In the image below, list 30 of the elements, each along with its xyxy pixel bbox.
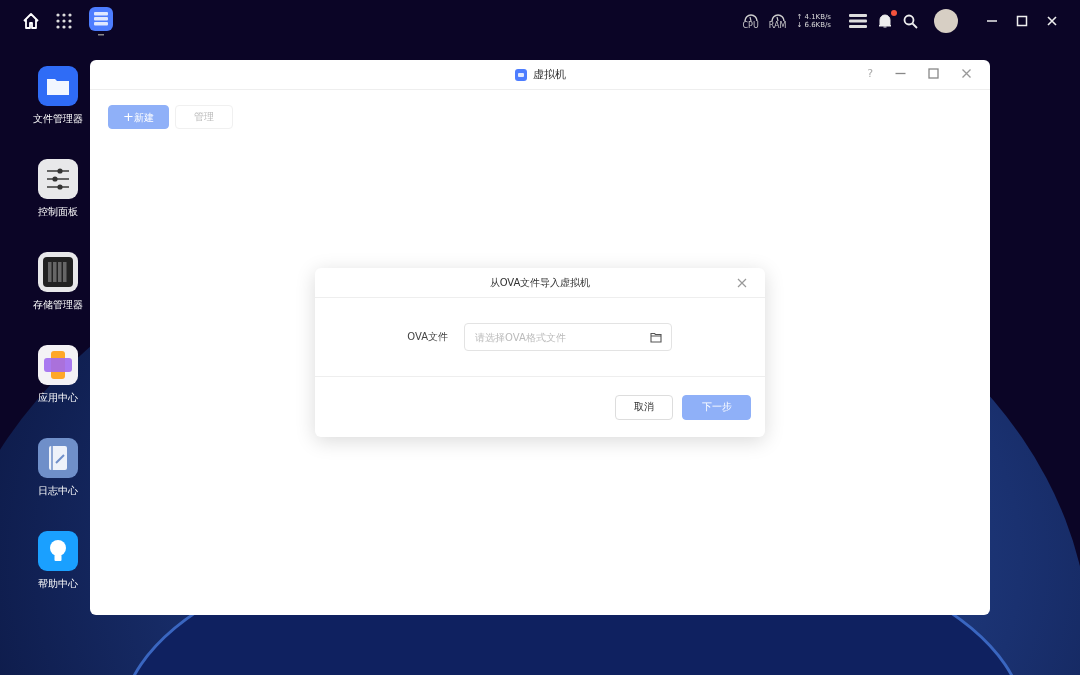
notebook-icon[interactable]	[38, 438, 78, 478]
folder-icon[interactable]	[38, 66, 78, 106]
window-title: 虚拟机	[532, 67, 566, 82]
ram-label: RAM	[768, 22, 787, 30]
server-app-icon	[514, 68, 527, 81]
storage-icon[interactable]	[38, 252, 78, 292]
home-icon[interactable]	[22, 12, 40, 30]
server-app-icon[interactable]	[88, 6, 114, 36]
sliders-icon[interactable]	[38, 159, 78, 199]
folder-icon[interactable]	[650, 332, 662, 343]
apps-grid-icon[interactable]	[56, 13, 72, 29]
cpu-label: CPU	[742, 22, 759, 30]
desktop-icon-label[interactable]: 控制面板	[38, 205, 78, 219]
app-center-icon[interactable]	[38, 345, 78, 385]
dialog-title: 从OVA文件导入虚拟机	[489, 275, 591, 290]
desktop-icon-label[interactable]: 文件管理器	[33, 112, 83, 126]
lightbulb-icon[interactable]	[38, 531, 78, 571]
avatar[interactable]	[934, 9, 958, 33]
desktop-icon-label[interactable]: 存储管理器	[33, 298, 83, 312]
gauge-icon	[769, 12, 786, 22]
desktop-icon-label[interactable]: 日志中心	[38, 484, 78, 498]
file-input-field[interactable]: 请选择OVA格式文件	[464, 323, 672, 351]
bell-icon[interactable]	[877, 13, 893, 29]
gauge-icon	[742, 12, 759, 22]
search-icon[interactable]	[903, 13, 918, 29]
task-list-icon[interactable]	[849, 14, 867, 28]
cancel-button[interactable]: 取消	[615, 394, 673, 420]
field-label: OVA文件	[406, 330, 448, 344]
desktop-icon-label[interactable]: 应用中心	[38, 391, 78, 405]
desktop-icon-label[interactable]: 帮助中心	[38, 577, 78, 591]
